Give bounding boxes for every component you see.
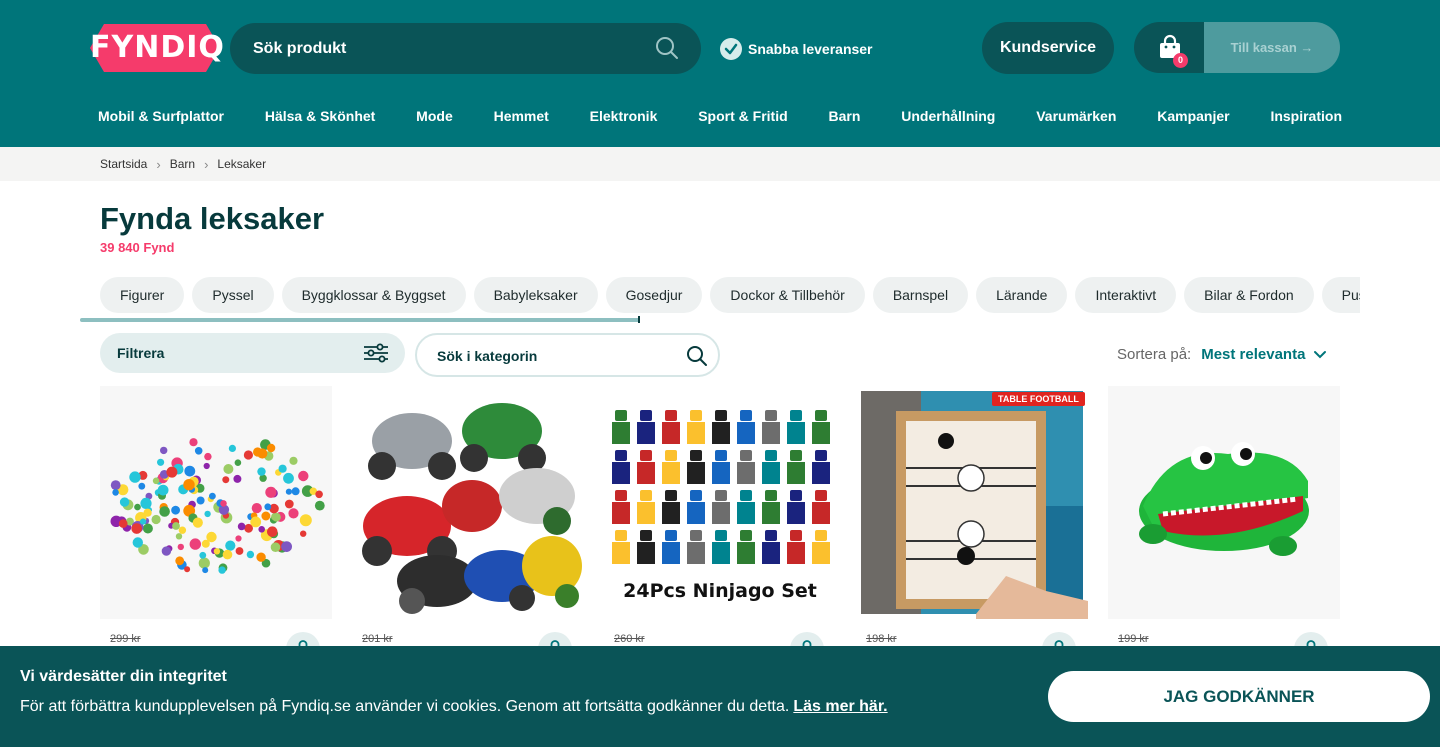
chevron-right-icon: › (204, 156, 209, 172)
product-image-ninjago-set[interactable]: 24Pcs Ninjago Set (604, 386, 836, 619)
breadcrumb-item-leksaker: Leksaker (217, 157, 267, 171)
product-card[interactable]: 201 kr (352, 386, 584, 666)
nav-item-underhallning[interactable]: Underhållning (901, 108, 995, 126)
chip-gosedjur[interactable]: Gosedjur (605, 277, 703, 313)
fast-delivery-toggle[interactable]: Snabba leveranser (720, 37, 873, 61)
cookie-read-more-link[interactable]: Läs mer här. (793, 698, 887, 715)
search-icon[interactable] (686, 345, 708, 367)
customer-service-button[interactable]: Kundservice (982, 22, 1114, 74)
sort-dropdown[interactable]: Sortera på: Mest relevanta (1117, 344, 1327, 364)
site-header: FYNDIQ Sök produkt Snabba leveranser Kun… (0, 0, 1440, 147)
breadcrumb-item-startsida[interactable]: Startsida (100, 157, 147, 171)
category-search-placeholder: Sök i kategorin (437, 348, 538, 364)
nav-item-halsa[interactable]: Hälsa & Skönhet (265, 108, 375, 126)
cookie-heading: Vi värdesätter din integritet (20, 668, 227, 685)
chip-pyssel[interactable]: Pyssel (192, 277, 274, 313)
nav-item-varumarken[interactable]: Varumärken (1036, 108, 1116, 126)
category-nav: Mobil & Surfplattor Hälsa & Skönhet Mode… (98, 108, 1342, 126)
chips-scrollbar[interactable] (80, 318, 640, 322)
product-image-caption: 24Pcs Ninjago Set (623, 580, 817, 602)
chevron-right-icon: › (156, 156, 161, 172)
chip-babyleksaker[interactable]: Babyleksaker (473, 277, 598, 313)
nav-item-mode[interactable]: Mode (416, 108, 453, 126)
chip-interaktivt[interactable]: Interaktivt (1075, 277, 1177, 313)
scrollbar-thumb-edge (638, 316, 640, 323)
nav-item-mobil[interactable]: Mobil & Surfplattor (98, 108, 224, 126)
chip-barnspel[interactable]: Barnspel (872, 277, 969, 313)
product-card[interactable]: 299 kr (100, 386, 332, 666)
chip-larande[interactable]: Lärande (976, 277, 1068, 313)
nav-item-hemmet[interactable]: Hemmet (494, 108, 549, 126)
fast-delivery-label: Snabba leveranser (748, 41, 873, 57)
old-price: 199 kr (1118, 633, 1149, 645)
breadcrumb: Startsida › Barn › Leksaker (0, 147, 1440, 181)
chevron-down-icon (1314, 351, 1327, 359)
old-price: 299 kr (110, 633, 141, 645)
product-image-badge: TABLE FOOTBALL (992, 392, 1085, 406)
accept-cookies-button[interactable]: JAG GODKÄNNER (1048, 671, 1430, 722)
product-card[interactable]: 199 kr (1108, 386, 1340, 666)
search-icon[interactable] (655, 36, 679, 60)
chip-figurer[interactable]: Figurer (100, 277, 185, 313)
cookie-body: För att förbättra kundupplevelsen på Fyn… (20, 698, 790, 715)
nav-item-barn[interactable]: Barn (829, 108, 861, 126)
chip-bilar[interactable]: Bilar & Fordon (1184, 277, 1314, 313)
logo-text: FYNDIQ (90, 30, 225, 65)
product-image-crocodile-toy[interactable] (1108, 386, 1340, 619)
filter-button[interactable]: Filtrera (100, 333, 405, 373)
product-card[interactable]: TABLE FOOTBALL 198 kr (856, 386, 1088, 666)
sort-label: Sortera på: (1117, 345, 1192, 363)
sort-value: Mest relevanta (1201, 345, 1306, 363)
result-count: 39 840 Fynd (100, 240, 175, 255)
checkmark-icon (720, 38, 742, 60)
nav-item-sport[interactable]: Sport & Fritid (698, 108, 787, 126)
search-input[interactable]: Sök produkt (230, 23, 701, 74)
sliders-icon (364, 343, 388, 363)
product-image-ninja-motorbikes[interactable] (352, 386, 584, 619)
nav-item-elektronik[interactable]: Elektronik (590, 108, 658, 126)
breadcrumb-item-barn[interactable]: Barn (170, 157, 195, 171)
cart-button[interactable]: 0 (1134, 22, 1204, 73)
cart-count-badge: 0 (1173, 53, 1188, 68)
checkout-button[interactable]: Till kassan → (1204, 22, 1340, 73)
chip-byggklossar[interactable]: Byggklossar & Byggset (281, 277, 466, 313)
old-price: 260 kr (614, 633, 645, 645)
cookie-banner: Vi värdesätter din integritet För att fö… (0, 646, 1440, 747)
chip-pussel[interactable]: Pussel (1321, 277, 1360, 313)
old-price: 198 kr (866, 633, 897, 645)
nav-item-inspiration[interactable]: Inspiration (1270, 108, 1342, 126)
product-image-mini-figures[interactable] (100, 386, 332, 619)
search-placeholder: Sök produkt (253, 40, 347, 57)
nav-item-kampanjer[interactable]: Kampanjer (1157, 108, 1229, 126)
cookie-text: För att förbättra kundupplevelsen på Fyn… (20, 698, 888, 716)
old-price: 201 kr (362, 633, 393, 645)
product-card[interactable]: 24Pcs Ninjago Set 260 kr (604, 386, 836, 666)
filter-label: Filtrera (117, 345, 165, 361)
category-search-input[interactable]: Sök i kategorin (415, 333, 720, 377)
product-image-table-football[interactable]: TABLE FOOTBALL (856, 386, 1088, 619)
category-chips: Figurer Pyssel Byggklossar & Byggset Babyle… (100, 277, 1360, 313)
page-title: Fynda leksaker (100, 201, 325, 236)
fyndiq-logo[interactable]: FYNDIQ (90, 24, 225, 72)
chip-dockor[interactable]: Dockor & Tillbehör (710, 277, 865, 313)
cart-widget: 0 Till kassan → (1134, 22, 1340, 73)
